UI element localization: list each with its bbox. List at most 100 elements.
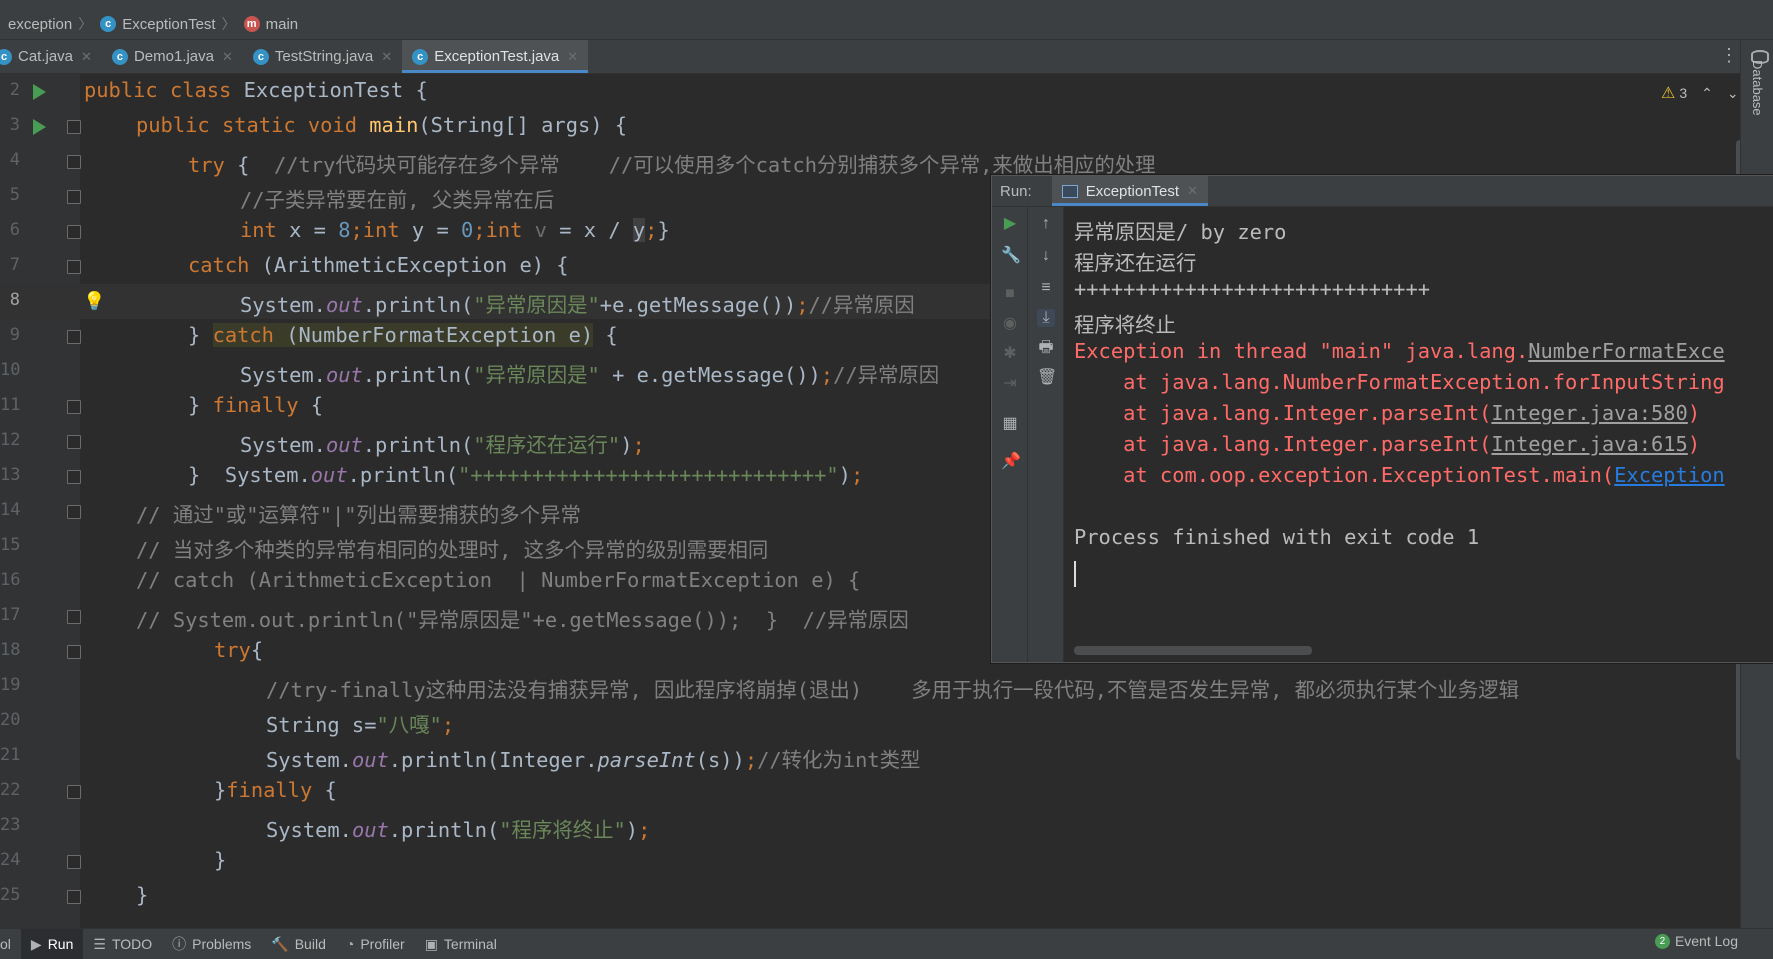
console-scrollbar[interactable] — [1074, 646, 1312, 655]
debug-icon[interactable]: ✱ — [1001, 345, 1019, 363]
fold-icon[interactable] — [67, 890, 81, 904]
scroll-to-end-icon[interactable]: ⤓ — [1037, 309, 1055, 327]
code-line: 2 public class ExceptionTest { — [0, 74, 1740, 109]
run-gutter-icon[interactable] — [33, 119, 46, 135]
code-text: } — [214, 848, 227, 872]
breadcrumb-class[interactable]: c ExceptionTest — [92, 16, 221, 33]
breadcrumb-project[interactable]: exception — [0, 16, 78, 33]
tab-teststring-java[interactable]: c TestString.java ✕ — [243, 40, 402, 73]
chevron-up-icon[interactable]: ⌃ — [1701, 85, 1713, 102]
database-tool-button[interactable]: Database — [1750, 60, 1765, 116]
exit-icon[interactable]: ⇥ — [1001, 375, 1019, 393]
source-link[interactable]: Exception — [1614, 463, 1725, 487]
code-text: try { //try代码块可能存在多个异常 //可以使用多个catch分别捕获… — [188, 153, 1156, 177]
source-link[interactable]: Integer.java:580 — [1491, 401, 1687, 425]
camera-icon[interactable]: ◉ — [1001, 315, 1019, 333]
class-icon: c — [100, 16, 117, 32]
trash-icon[interactable]: 🗑 — [1037, 369, 1057, 387]
class-icon: c — [252, 48, 269, 65]
line-number: 22 — [0, 780, 21, 800]
arrow-up-icon[interactable]: ↑ — [1037, 215, 1055, 233]
exception-class-link[interactable]: NumberFormatExce — [1528, 339, 1724, 363]
tab-exceptiontest-java[interactable]: c ExceptionTest.java ✕ — [402, 40, 589, 73]
code-line: 19 //try-finally这种用法没有捕获异常, 因此程序将崩掉(退出) … — [0, 669, 1740, 704]
code-text: // 通过"或"运算符"|"列出需要捕获的多个异常 — [136, 503, 581, 527]
console-output[interactable]: - - - - - - 异常原因是/ by zero 程序还在运行 ++++++… — [1074, 207, 1773, 647]
play-icon: ▶ — [30, 935, 42, 952]
fold-icon[interactable] — [67, 435, 81, 449]
line-number: 21 — [0, 745, 21, 765]
stop-icon[interactable]: ■ — [1001, 285, 1019, 303]
soft-wrap-icon[interactable]: ≡ — [1037, 279, 1055, 297]
fold-icon[interactable] — [67, 610, 81, 624]
chevron-down-icon[interactable]: ⌄ — [1727, 85, 1739, 102]
tab-demo1-java[interactable]: c Demo1.java ✕ — [102, 40, 243, 73]
lightbulb-icon[interactable]: 💡 — [83, 291, 105, 312]
wrench-icon[interactable]: 🔧 — [1001, 247, 1021, 265]
event-log-button[interactable]: 2 Event Log — [1654, 933, 1738, 949]
fold-icon[interactable] — [67, 225, 81, 239]
pin-icon[interactable]: 📌 — [1001, 453, 1021, 471]
line-number: 10 — [0, 360, 21, 380]
line-number: 5 — [9, 185, 20, 205]
tool-todo-button[interactable]: ☰ TODO — [83, 929, 162, 959]
code-text: //try-finally这种用法没有捕获异常, 因此程序将崩掉(退出) 多用于… — [266, 678, 1519, 702]
class-icon: c — [412, 48, 429, 65]
run-toolbar-right: ↑ ↓ ≡ ⤓ 🖶 🗑 — [1028, 207, 1064, 662]
code-text: System.out.println("异常原因是"+e.getMessage(… — [240, 293, 915, 317]
tool-partial[interactable]: ol — [0, 929, 21, 959]
close-icon[interactable]: ✕ — [1187, 183, 1198, 199]
tool-label: Terminal — [443, 936, 497, 952]
code-line: 20 String s="八嘎"; — [0, 704, 1740, 739]
fold-icon[interactable] — [67, 155, 81, 169]
more-vertical-icon[interactable]: ⋮ — [1720, 45, 1738, 66]
tool-profiler-button[interactable]: ◔ Profiler — [336, 929, 415, 959]
close-icon[interactable]: ✕ — [381, 49, 392, 65]
line-number: 3 — [9, 115, 20, 135]
rerun-icon[interactable]: ▶ — [1001, 215, 1019, 233]
tool-label: Build — [294, 936, 326, 952]
fold-icon[interactable] — [67, 190, 81, 204]
code-text: System.out.println("程序将终止"); — [266, 818, 651, 842]
line-number: 2 — [9, 80, 20, 100]
source-link[interactable]: Integer.java:615 — [1491, 432, 1687, 456]
code-line: 25 } — [0, 879, 1740, 914]
inspection-widget[interactable]: ⚠ 3 ⌃ ⌄ — [1661, 83, 1739, 103]
tab-cat-java[interactable]: c Cat.java ✕ — [0, 40, 102, 73]
fold-icon[interactable] — [67, 505, 81, 519]
tool-run-button[interactable]: ▶ Run — [20, 929, 84, 959]
run-tab-exceptiontest[interactable]: ExceptionTest ✕ — [1051, 176, 1209, 206]
close-icon[interactable]: ✕ — [81, 49, 92, 65]
print-icon[interactable]: 🖶 — [1037, 339, 1055, 357]
fold-icon[interactable] — [67, 400, 81, 414]
fold-icon[interactable] — [67, 855, 81, 869]
breadcrumb-method[interactable]: m main — [236, 16, 305, 33]
fold-icon[interactable] — [67, 470, 81, 484]
layout-icon[interactable]: ▦ — [1001, 415, 1019, 433]
tool-problems-button[interactable]: ⓘ Problems — [162, 929, 261, 959]
list-icon: ☰ — [93, 935, 106, 952]
code-text: int x = 8;int y = 0;int v = x / y;} — [240, 218, 670, 242]
fold-icon[interactable] — [67, 785, 81, 799]
breadcrumb: exception 〉 c ExceptionTest 〉 m main — [0, 9, 1773, 40]
tool-build-button[interactable]: 🔨 Build — [261, 929, 336, 959]
console-error-line: at java.lang.Integer.parseInt(Integer.ja… — [1074, 432, 1701, 456]
fold-icon[interactable] — [67, 645, 81, 659]
tool-terminal-button[interactable]: ▣ Terminal — [415, 929, 507, 959]
editor-tabs: c Cat.java ✕ c Demo1.java ✕ c TestString… — [0, 40, 1773, 74]
info-icon: ⓘ — [172, 936, 187, 952]
event-log-label: Event Log — [1674, 933, 1738, 949]
tool-label: TODO — [111, 936, 153, 952]
line-number: 8 — [9, 290, 20, 310]
fold-icon[interactable] — [67, 120, 81, 134]
code-text: } System.out.println("++++++++++++++++++… — [188, 463, 864, 487]
console-error-line: at java.lang.NumberFormatException.forIn… — [1074, 370, 1725, 394]
fold-icon[interactable] — [67, 260, 81, 274]
line-number: 18 — [0, 640, 21, 660]
fold-icon[interactable] — [67, 330, 81, 344]
close-icon[interactable]: ✕ — [567, 49, 578, 65]
arrow-down-icon[interactable]: ↓ — [1037, 247, 1055, 265]
tab-label: ExceptionTest.java — [434, 48, 560, 65]
run-gutter-icon[interactable] — [33, 84, 46, 100]
close-icon[interactable]: ✕ — [222, 49, 233, 65]
